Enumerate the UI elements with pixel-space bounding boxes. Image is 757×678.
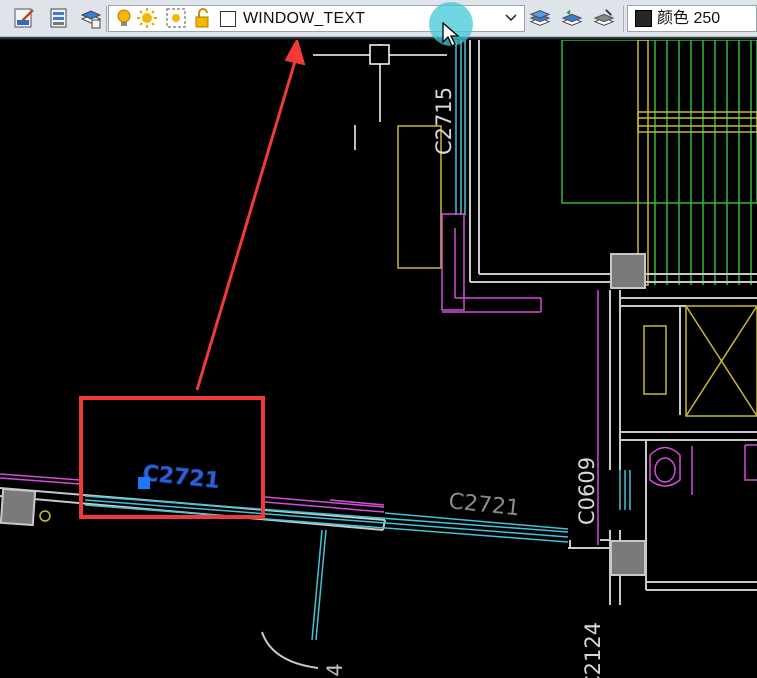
chevron-down-icon[interactable] — [503, 10, 519, 24]
layer-color-swatch — [220, 11, 236, 27]
drawing-canvas[interactable]: C2715 C0609 C2124 24 C2721 C2721 — [0, 0, 757, 678]
window-label-c2124: C2124 — [581, 622, 605, 678]
layer-properties-icon[interactable] — [48, 7, 70, 29]
layer-freeze-viewport-icon[interactable] — [165, 7, 187, 29]
annotation-arrowhead — [284, 37, 306, 66]
mouse-pointer-icon — [442, 22, 460, 47]
color-swatch — [635, 10, 652, 27]
window-label-c2715: C2715 — [432, 87, 456, 155]
toolbar-shadow — [0, 37, 757, 40]
layer-previous-icon[interactable] — [561, 7, 583, 29]
crosshair-cursor — [313, 44, 447, 150]
window-label-c0609: C0609 — [575, 457, 599, 525]
window-lines — [84, 40, 631, 641]
window-label-c2721-selected[interactable]: C2721 — [141, 461, 221, 495]
layers-toolbar: WINDOW_TEXT 颜色 250 — [0, 0, 757, 37]
current-layer-name: WINDOW_TEXT — [243, 10, 366, 27]
annotation-arrow-line — [195, 57, 298, 391]
color-label: 颜色 250 — [657, 10, 721, 27]
window-label-c2721: C2721 — [447, 489, 521, 521]
window-label-partial: 24 — [323, 663, 347, 678]
layer-states-icon[interactable] — [80, 7, 102, 29]
padlock-open-icon[interactable] — [192, 7, 214, 29]
annotation-highlight-box — [79, 396, 265, 519]
yellow-elements — [39, 39, 757, 522]
sun-icon[interactable] — [136, 7, 158, 29]
lisp-edit-icon[interactable] — [14, 7, 36, 29]
selection-grip[interactable] — [138, 477, 150, 489]
red-annotation — [79, 37, 306, 519]
make-current-layer-icon[interactable] — [529, 7, 551, 29]
lightbulb-on-icon[interactable] — [113, 7, 135, 29]
stair-outline — [561, 39, 757, 285]
match-layer-icon[interactable] — [593, 7, 615, 29]
